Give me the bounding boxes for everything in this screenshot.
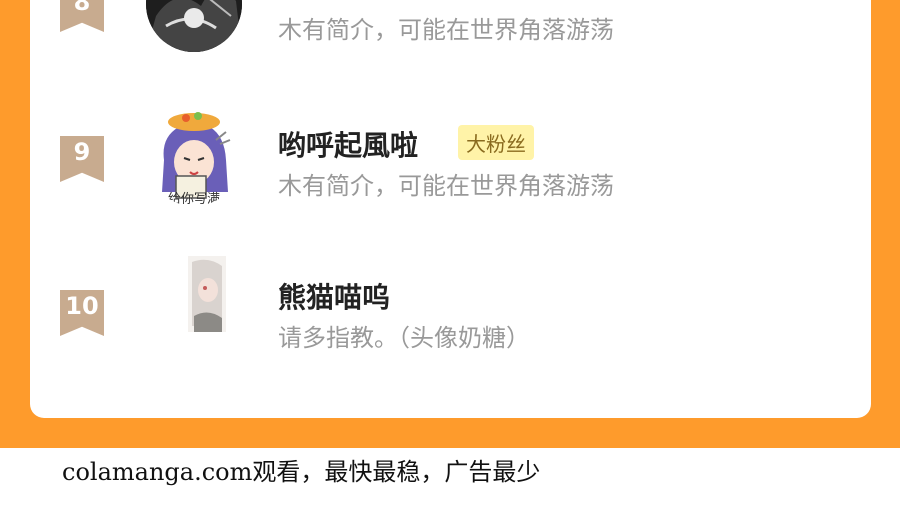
user-name[interactable]: 熊猫喵呜: [278, 276, 390, 316]
user-bio: 木有简介，可能在世界角落游荡: [278, 172, 614, 200]
user-bio: 木有简介，可能在世界角落游荡: [278, 16, 614, 44]
rank-number: 8: [73, 0, 91, 16]
avatar[interactable]: 给你写满: [146, 110, 242, 206]
rank-badge: 8: [60, 0, 104, 32]
rank-number: 10: [65, 292, 99, 320]
avatar[interactable]: [146, 0, 242, 52]
avatar-image: [146, 0, 242, 52]
rank-badge: 10: [60, 290, 104, 336]
rank-number: 9: [73, 138, 91, 166]
avatar-image: [188, 256, 226, 332]
watermark-text: colamanga.com观看，最快最稳，广告最少: [62, 458, 541, 486]
rank-badge: 9: [60, 136, 104, 182]
avatar-caption: 给你写满: [167, 192, 220, 206]
fan-level-badge: 大粉丝: [458, 125, 534, 160]
avatar[interactable]: [188, 256, 226, 332]
fan-ranking-card: 8 木有简介，可能在世界角落游荡 9 给你写满 哟呼起風啦 大粉丝 木有简介，可…: [30, 0, 871, 418]
user-name[interactable]: 哟呼起風啦: [278, 124, 418, 164]
user-bio: 请多指教。（头像奶糖）: [278, 324, 530, 352]
